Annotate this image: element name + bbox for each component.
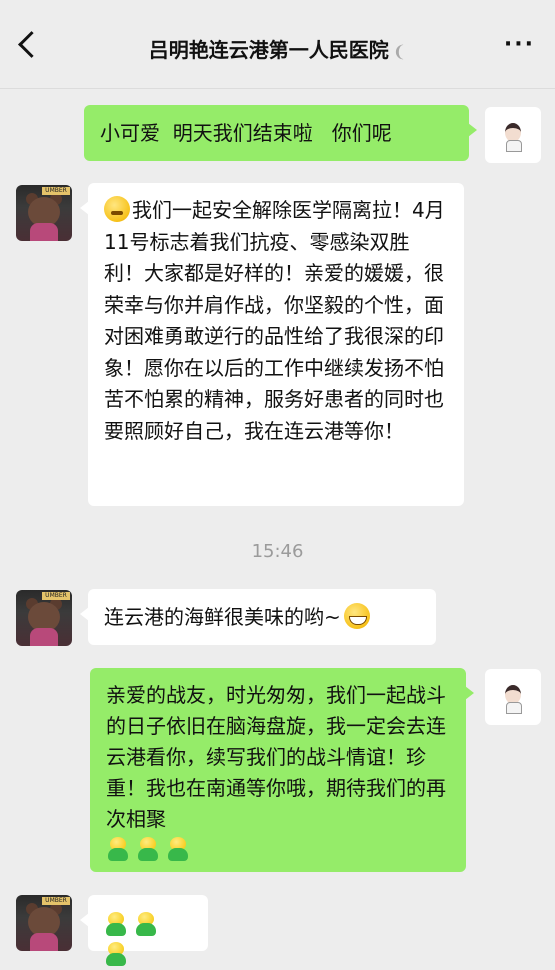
message-bubble-contact[interactable]: 连云港的海鲜很美味的哟~ [80, 589, 436, 645]
chick-emoji-icon [106, 837, 130, 861]
back-chevron-icon[interactable] [18, 31, 45, 58]
chick-emoji-icon [166, 837, 190, 861]
sweat-smile-emoji-icon [104, 196, 130, 222]
message-timestamp: 15:46 [251, 541, 304, 562]
chick-body [108, 848, 128, 861]
message-bubble-self[interactable]: 小可爱 明天我们结束啦 你们呢 [84, 105, 477, 161]
avatar-sign: UMBER [42, 187, 70, 195]
status-bar [0, 0, 555, 8]
avatar-self[interactable] [485, 107, 541, 163]
avatar-sign: UMBER [42, 592, 70, 600]
chick-body [136, 923, 156, 936]
chick-body [106, 953, 126, 966]
message-bubble-contact[interactable] [80, 895, 208, 966]
grin-emoji-icon [343, 603, 370, 629]
avatar-bear-body [30, 223, 58, 241]
message-text: 连云港的海鲜很美味的哟~ [104, 605, 341, 629]
avatar-bear-body [30, 933, 58, 951]
chick-emoji-icon [136, 837, 160, 861]
more-options-button[interactable]: ··· [504, 32, 535, 57]
avatar-self[interactable] [485, 669, 541, 725]
chick-emoji-icon [104, 942, 128, 966]
chick-emoji-icon [134, 912, 158, 936]
ear-icon: ❨ [392, 42, 407, 61]
chick-body [106, 923, 126, 936]
message-text: 我们一起安全解除医学隔离拉！4月11号标志着我们抗疫、零感染双胜利！大家都是好样… [104, 198, 445, 443]
avatar-contact[interactable]: UMBER [16, 895, 72, 951]
chat-title: 吕明艳连云港第一人民医院 ❨ [60, 34, 495, 63]
chat-title-text: 吕明艳连云港第一人民医院 [148, 38, 389, 62]
message-bubble-self[interactable]: 亲爱的战友，时光匆匆，我们一起战斗的日子依旧在脑海盘旋，我一定会去连云港看你，续… [90, 668, 474, 872]
chat-header: 吕明艳连云港第一人民医院 ❨ ··· [0, 8, 555, 89]
message-text: 小可爱 明天我们结束啦 你们呢 [100, 121, 392, 145]
message-bubble-contact[interactable]: 我们一起安全解除医学隔离拉！4月11号标志着我们抗疫、零感染双胜利！大家都是好样… [80, 183, 464, 506]
avatar-bear-body [30, 628, 58, 646]
message-text: 亲爱的战友，时光匆匆，我们一起战斗的日子依旧在脑海盘旋，我一定会去连云港看你，续… [106, 683, 446, 831]
chick-emoji-icon [104, 912, 128, 936]
avatar-contact[interactable]: UMBER [16, 590, 72, 646]
chick-body [138, 848, 158, 861]
chick-body [168, 848, 188, 861]
avatar-body-shape [506, 702, 522, 714]
avatar-contact[interactable]: UMBER [16, 185, 72, 241]
avatar-sign: UMBER [42, 897, 70, 905]
avatar-body-shape [506, 140, 522, 152]
